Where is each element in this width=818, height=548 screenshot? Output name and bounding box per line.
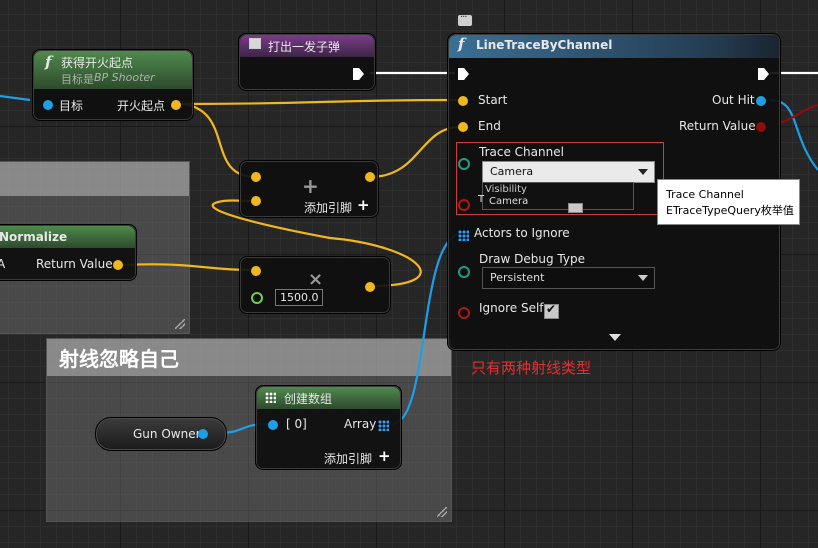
add-output-pin[interactable] [365,172,375,182]
comment-bubble-icon[interactable]: ... [458,9,472,26]
pin-label-actors-to-ignore: Actors to Ignore [474,226,570,240]
option-camera[interactable]: Camera [489,196,528,207]
node-fire-one-bullet[interactable]: 打出一发子弹 [238,33,376,91]
node-make-array[interactable]: 创建数组 [ 0] Array 添加引脚 + [255,385,402,470]
node-subtitle-class: BP Shooter [94,71,155,84]
node-get-fire-start[interactable]: f 获得开火起点 目标是 BP Shooter 目标 开火起点 [32,49,194,121]
node-title: 创建数组 [284,392,333,406]
trace-complex-pin[interactable] [458,199,470,211]
function-icon: f [458,35,465,53]
target-pin[interactable] [43,100,53,110]
fire-start-out-pin[interactable] [171,100,181,110]
trace-complex-checkbox[interactable] [568,203,583,213]
tooltip-line-2: ETraceTypeQuery枚举值 [666,204,794,217]
tooltip-line-1: Trace Channel [666,188,744,201]
pin-label-a: A [0,257,6,271]
pin-label-ignore-self: Ignore Self [479,301,544,315]
add-pin-label[interactable]: 添加引脚 [324,450,372,467]
variable-label: Gun Owner [133,427,201,441]
draw-debug-selected: Persistent [490,271,545,284]
add-pin-plus-icon[interactable]: + [378,447,391,465]
chevron-down-icon [638,275,648,281]
gun-owner-out-pin[interactable] [198,429,208,439]
node-multiply[interactable]: × 1500.0 [239,256,391,314]
pin-label-trace-channel: Trace Channel [479,145,564,159]
input-b-pin[interactable] [251,196,261,206]
node-title: 获得开火起点 [61,56,134,70]
exec-in-pin[interactable] [458,68,469,80]
exec-wire [0,94,31,102]
trace-channel-tooltip: Trace Channel ETraceTypeQuery枚举值 [657,179,800,225]
trace-channel-selected: Camera [490,165,534,178]
trace-channel-dropdown[interactable]: Camera [482,161,655,183]
draw-debug-dropdown[interactable]: Persistent [482,267,655,289]
trace-channel-options: Visibility Camera [482,182,634,210]
pin-label-draw-debug-type: Draw Debug Type [479,252,585,266]
multiplier-value-field[interactable]: 1500.0 [275,289,323,306]
return-value-pin[interactable] [756,122,766,132]
trace-channel-pin[interactable] [458,158,470,170]
expand-arrow-icon[interactable] [609,334,621,341]
pin-label-end: End [478,119,501,133]
pin-label-return-value: Return Value [36,257,113,271]
pin-label-fire-start: 开火起点 [117,99,166,113]
pin-label-start: Start [478,93,508,107]
pin-label-return-value: Return Value [679,119,756,133]
node-title: 打出一发子弹 [268,40,341,54]
pin-label-element-0: [ 0] [286,417,307,431]
input-b-pin[interactable] [251,292,263,304]
pin-label-out-hit: Out Hit [712,93,755,107]
pin-label-target: 目标 [59,99,84,113]
pin-label-trace-complex: T [478,194,485,205]
bubble-dots: ... [460,9,467,20]
ignore-self-checkbox[interactable]: ✔ [544,302,559,319]
add-symbol: + [302,174,319,198]
node-add[interactable]: + 添加引脚 + [239,160,379,218]
node-title: LineTraceByChannel [476,38,613,52]
node-title: Normalize [0,230,68,244]
vector-wire [181,98,461,106]
add-pin-label[interactable]: 添加引脚 [304,199,352,216]
node-subtitle-prefix: 目标是 [61,73,94,86]
start-pin[interactable] [458,96,468,106]
checkmark-icon: ✔ [546,302,557,316]
node-gun-owner[interactable]: Gun Owner [95,417,227,451]
function-icon: f [45,53,52,71]
chevron-down-icon [638,169,648,175]
make-array-icon [265,392,276,403]
array-out-pin[interactable] [378,420,389,431]
array-pin[interactable] [458,230,469,241]
annotation-text: 只有两种射线类型 [471,359,592,377]
end-pin[interactable] [458,122,468,132]
node-normalize[interactable]: Normalize A Return Value [0,224,137,281]
ignore-self-pin[interactable] [458,307,470,319]
event-icon [249,38,261,49]
option-visibility[interactable]: Visibility [485,184,527,195]
out-hit-pin[interactable] [756,96,766,106]
input-a-pin[interactable] [251,172,261,182]
multiply-symbol: × [308,269,324,290]
multiply-output-pin[interactable] [365,282,375,292]
pin-label-array: Array [344,417,377,431]
array-element-0-pin[interactable] [268,420,278,430]
exec-out-pin[interactable] [353,68,364,80]
multiplier-value: 1500.0 [280,291,319,304]
vector-wire [118,263,256,272]
draw-debug-pin[interactable] [458,266,470,278]
return-value-out-pin[interactable] [113,260,123,270]
add-pin-plus-icon[interactable]: + [357,196,370,214]
exec-out-pin[interactable] [758,68,769,80]
input-a-pin[interactable] [251,266,261,276]
